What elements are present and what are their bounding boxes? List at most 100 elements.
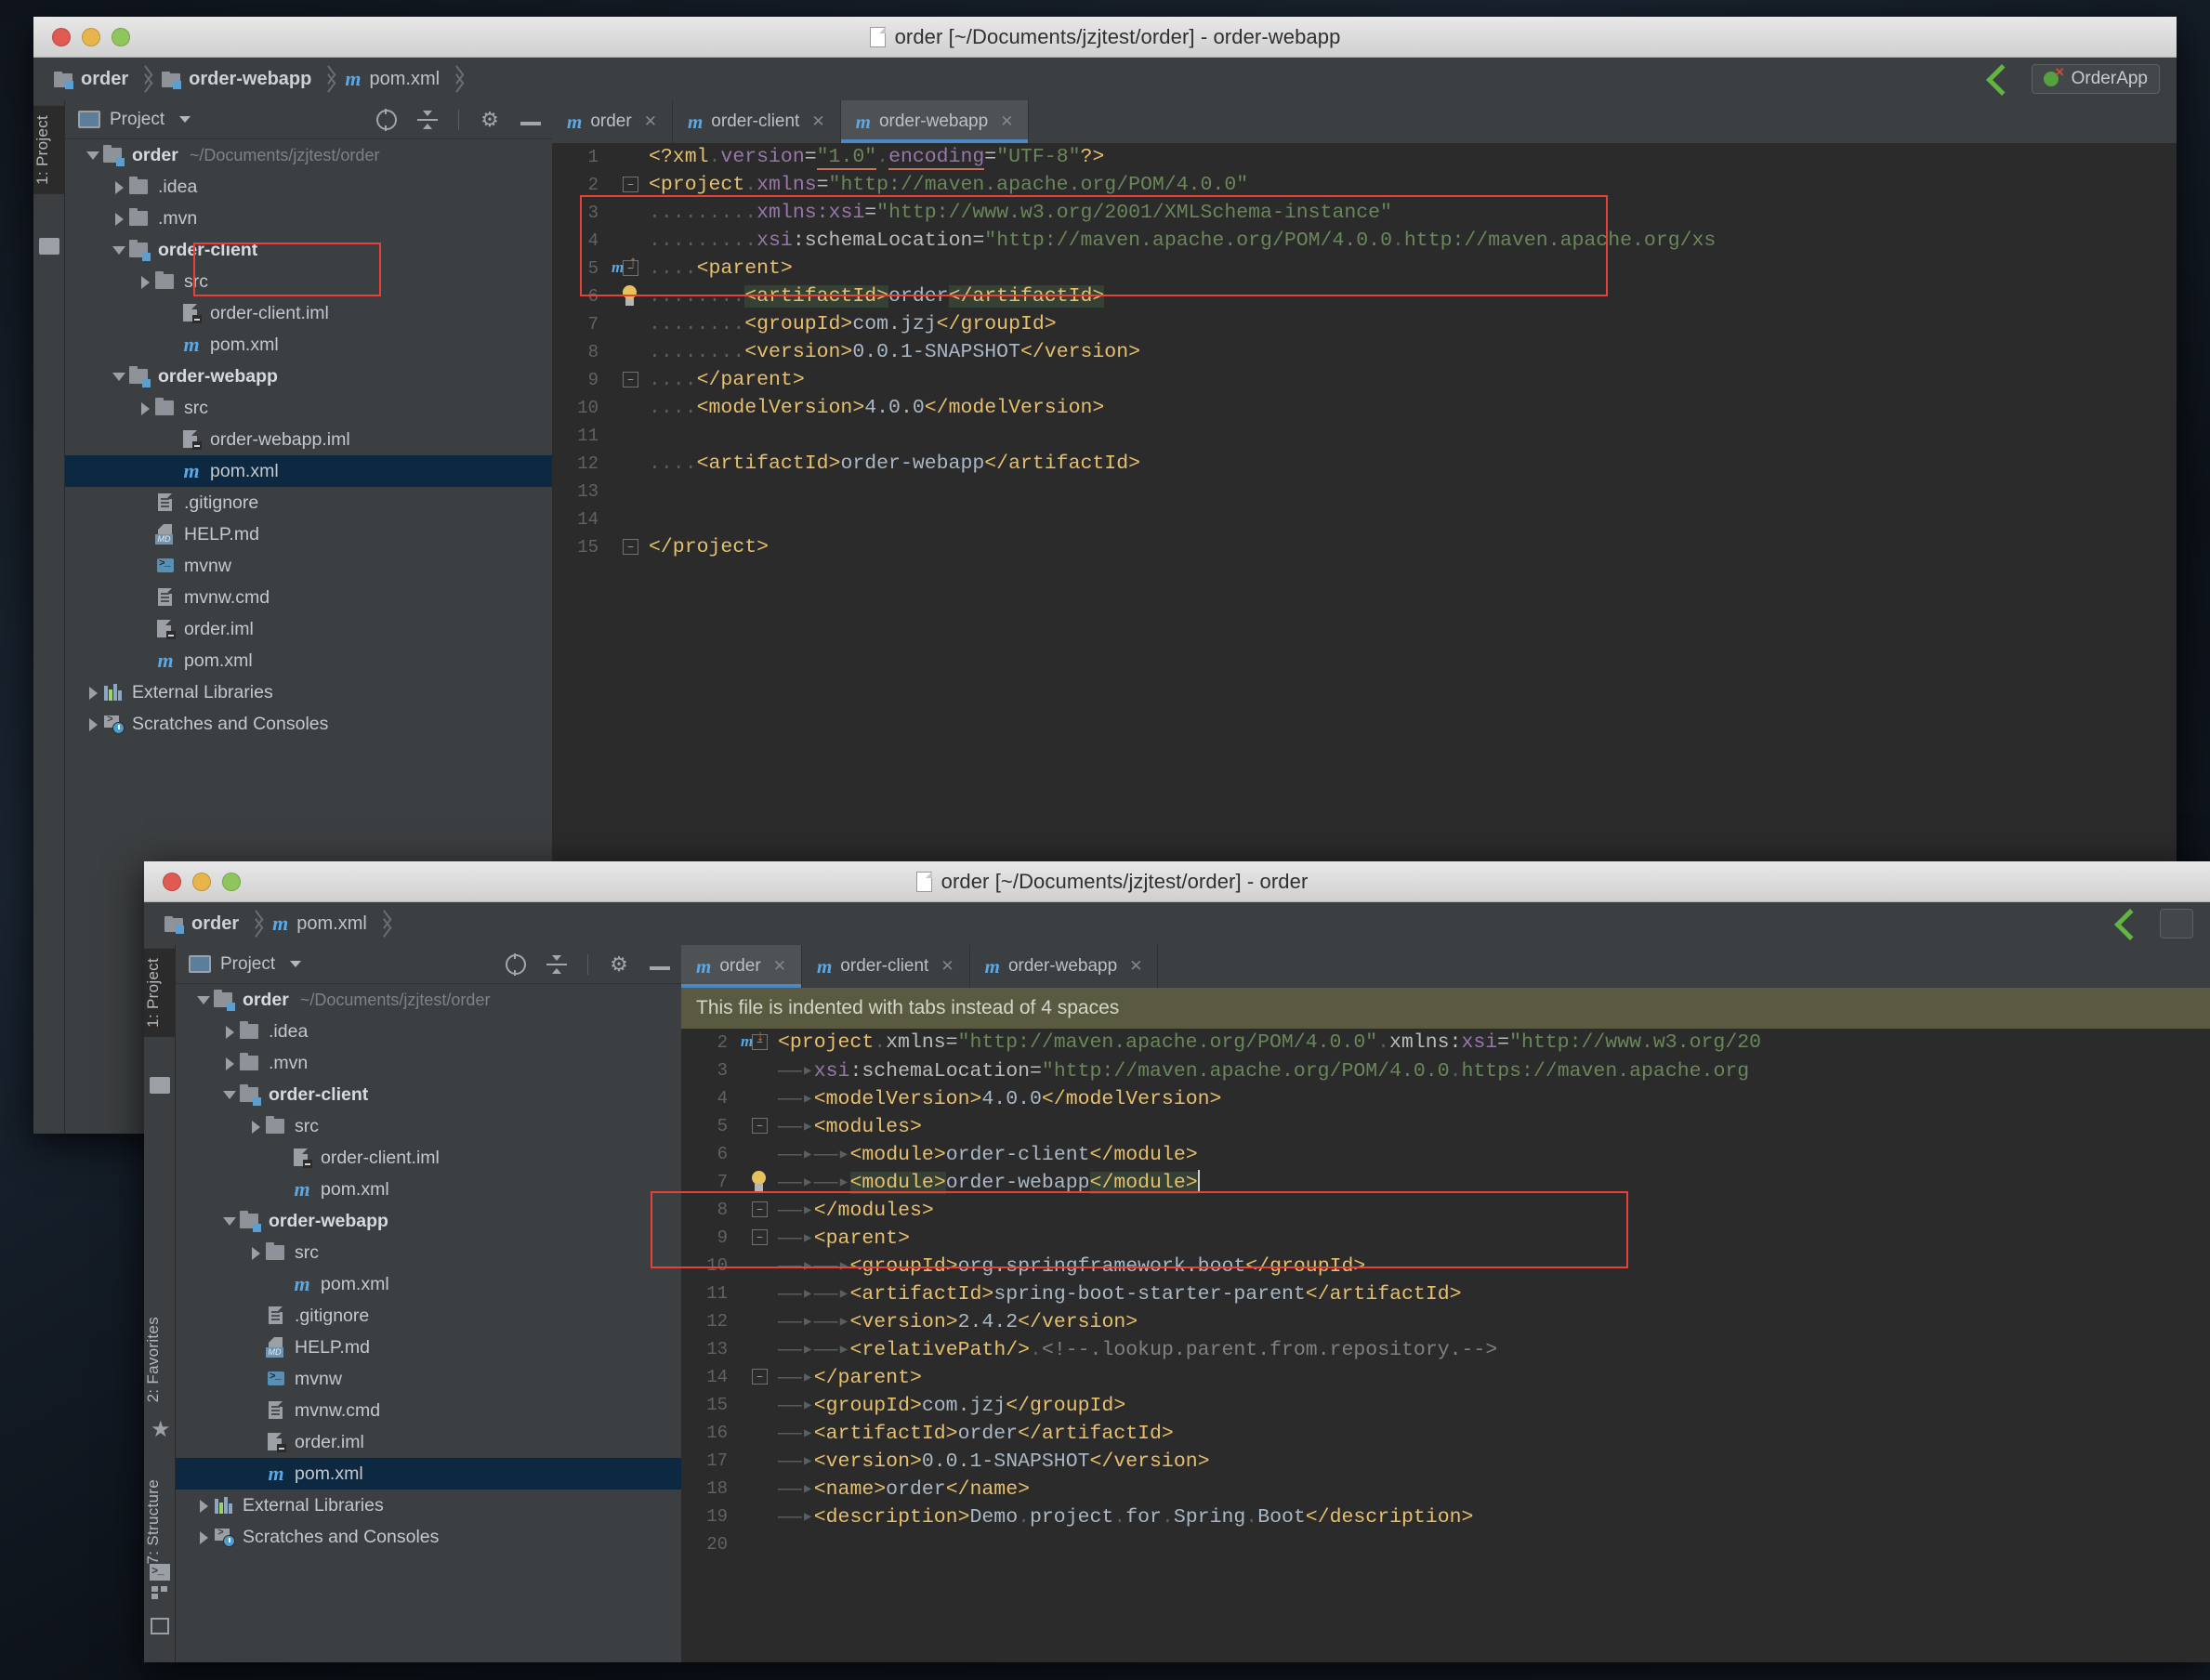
intention-bulb-icon[interactable] xyxy=(619,284,641,308)
window1-editor-tabs[interactable]: m order ✕ m order-client ✕ m order-webapp ✕ xyxy=(552,100,2177,143)
breadcrumb-order[interactable]: order xyxy=(164,913,239,935)
close-tab-icon[interactable]: ✕ xyxy=(941,957,954,976)
tree-item-pom-xml[interactable]: m pom.xml xyxy=(176,1458,681,1490)
chevron-down-icon[interactable] xyxy=(290,961,302,967)
sidebar-item-project[interactable]: 1: Project xyxy=(33,106,65,194)
run-configuration-selector[interactable]: OrderApp xyxy=(2031,64,2160,94)
tree-item-order[interactable]: order ~/Documents/jzjtest/order xyxy=(176,984,681,1016)
tree-item-order-iml[interactable]: order.iml xyxy=(65,613,552,645)
close-button[interactable] xyxy=(163,872,181,891)
code-text[interactable]: ——▸——▸<groupId>org.springframework.boot<… xyxy=(778,1253,2210,1278)
window1-traffic-lights[interactable] xyxy=(33,27,130,46)
window2-editor-tabs[interactable]: m order ✕ m order-client ✕ m order-webapp ✕ xyxy=(681,945,2210,988)
tree-collapse-arrow-icon[interactable] xyxy=(194,991,213,1009)
code-text[interactable]: ——▸——▸<module>order-webapp</module> xyxy=(778,1170,2210,1194)
chevron-down-icon[interactable] xyxy=(179,116,191,123)
editor-tab-order-webapp[interactable]: m order-webapp ✕ xyxy=(840,100,1030,143)
code-fold-toggle[interactable]: – xyxy=(752,1118,768,1134)
code-fold-toggle[interactable]: – xyxy=(752,1034,768,1050)
hide-panel-icon[interactable] xyxy=(520,122,541,125)
locate-icon[interactable] xyxy=(376,108,397,131)
tree-item-mvnw-cmd[interactable]: mvnw.cmd xyxy=(65,582,552,613)
tree-item-order[interactable]: order ~/Documents/jzjtest/order xyxy=(65,139,552,171)
code-text[interactable]: ——▸</modules> xyxy=(778,1198,2210,1222)
code-text[interactable]: .........xsi:schemaLocation="http://mave… xyxy=(649,230,2177,252)
code-text[interactable]: ....<modelVersion>4.0.0</modelVersion> xyxy=(649,397,2177,419)
terminal-icon[interactable]: >_ xyxy=(150,1564,170,1581)
tree-expand-arrow-icon[interactable] xyxy=(220,1022,239,1041)
collapse-all-icon[interactable] xyxy=(546,954,567,975)
code-text[interactable]: ——▸xsi:schemaLocation="http://maven.apac… xyxy=(778,1058,2210,1083)
window2-project-tree[interactable]: order ~/Documents/jzjtest/order .idea .mvn o… xyxy=(176,984,681,1553)
editor-tab-order[interactable]: m order ✕ xyxy=(681,945,802,988)
tree-expand-arrow-icon[interactable] xyxy=(246,1117,265,1135)
todo-icon[interactable] xyxy=(151,1618,169,1634)
tree-item-help-md[interactable]: MD HELP.md xyxy=(65,518,552,550)
code-fold-toggle[interactable]: – xyxy=(623,539,638,555)
code-text[interactable]: ——▸<name>order</name> xyxy=(778,1477,2210,1501)
tree-item-order-iml[interactable]: order.iml xyxy=(176,1426,681,1458)
tree-collapse-arrow-icon[interactable] xyxy=(220,1212,239,1230)
breadcrumb-order[interactable]: order xyxy=(54,69,128,90)
maximize-button[interactable] xyxy=(112,27,130,46)
code-text[interactable]: ........<version>0.0.1-SNAPSHOT</version… xyxy=(649,341,2177,363)
sidebar-item-project[interactable]: 1: Project xyxy=(144,949,176,1037)
code-text[interactable]: ——▸<description>Demo.project.for.Spring.… xyxy=(778,1504,2210,1529)
tree-item-scratches-and-consoles[interactable]: Scratches and Consoles xyxy=(65,708,552,740)
tree-item-help-md[interactable]: MD HELP.md xyxy=(176,1332,681,1363)
run-configuration-selector[interactable] xyxy=(2160,909,2193,938)
window2-titlebar[interactable]: order [~/Documents/jzjtest/order] - orde… xyxy=(144,861,2210,902)
tree-item-order-webapp[interactable]: order-webapp xyxy=(65,361,552,392)
ide-window-order[interactable]: order [~/Documents/jzjtest/order] - orde… xyxy=(144,861,2210,1662)
tree-item--idea[interactable]: .idea xyxy=(65,171,552,203)
code-text[interactable]: .........xmlns:xsi="http://www.w3.org/20… xyxy=(649,202,2177,224)
hide-panel-icon[interactable] xyxy=(650,966,670,970)
code-text[interactable]: ........<groupId>com.jzj</groupId> xyxy=(649,313,2177,335)
code-text[interactable]: ——▸——▸<artifactId>spring-boot-starter-pa… xyxy=(778,1281,2210,1306)
tree-item-order-webapp[interactable]: order-webapp xyxy=(176,1205,681,1237)
tree-item-pom-xml[interactable]: m pom.xml xyxy=(65,645,552,676)
code-fold-toggle[interactable]: – xyxy=(752,1229,768,1245)
build-hammer-icon[interactable] xyxy=(2111,910,2143,938)
build-hammer-icon[interactable] xyxy=(1983,65,2015,93)
breadcrumb-order-webapp[interactable]: order-webapp xyxy=(162,69,311,90)
tree-collapse-arrow-icon[interactable] xyxy=(220,1085,239,1104)
editor-tab-order[interactable]: m order ✕ xyxy=(552,100,673,143)
editor-tab-order-client[interactable]: m order-client ✕ xyxy=(672,100,841,143)
window1-titlebar[interactable]: order [~/Documents/jzjtest/order] - orde… xyxy=(33,17,2177,58)
close-tab-icon[interactable]: ✕ xyxy=(1000,112,1013,131)
code-text[interactable]: </project> xyxy=(649,536,2177,558)
tree-item--gitignore[interactable]: .gitignore xyxy=(176,1300,681,1332)
code-text[interactable] xyxy=(778,1533,2210,1555)
tree-expand-arrow-icon[interactable] xyxy=(84,683,102,702)
tree-item-order-client-iml[interactable]: order-client.iml xyxy=(65,297,552,329)
close-tab-icon[interactable]: ✕ xyxy=(773,957,786,976)
code-fold-toggle[interactable]: – xyxy=(623,372,638,387)
code-text[interactable]: ——▸<modules> xyxy=(778,1114,2210,1138)
code-text[interactable]: ....<artifactId>order-webapp</artifactId… xyxy=(649,453,2177,475)
code-text[interactable]: ........<artifactId>order</artifactId> xyxy=(649,285,2177,308)
sidebar-item-structure[interactable]: 7: Structure xyxy=(144,1470,176,1573)
code-text[interactable]: <?xml.version="1.0".encoding="UTF-8"?> xyxy=(649,146,2177,170)
settings-gear-icon[interactable]: ⚙ xyxy=(609,953,629,975)
tree-expand-arrow-icon[interactable] xyxy=(84,715,102,733)
tree-item-mvnw-cmd[interactable]: mvnw.cmd xyxy=(176,1395,681,1426)
code-text[interactable]: ——▸<version>0.0.1-SNAPSHOT</version> xyxy=(778,1449,2210,1473)
window2-code-area[interactable]: 2 m ↓ – <project.xmlns="http://maven.apache.… xyxy=(681,1029,2210,1662)
tree-item-pom-xml[interactable]: m pom.xml xyxy=(176,1174,681,1205)
close-tab-icon[interactable]: ✕ xyxy=(644,112,657,131)
window2-traffic-lights[interactable] xyxy=(144,872,241,891)
code-text[interactable]: ——▸</parent> xyxy=(778,1365,2210,1389)
tree-expand-arrow-icon[interactable] xyxy=(110,209,128,228)
code-text[interactable]: ——▸——▸<module>order-client</module> xyxy=(778,1142,2210,1166)
tree-collapse-arrow-icon[interactable] xyxy=(110,367,128,386)
code-text[interactable]: ——▸——▸<relativePath/>.<!--.lookup.parent… xyxy=(778,1337,2210,1361)
code-text[interactable]: ——▸<groupId>com.jzj</groupId> xyxy=(778,1393,2210,1417)
code-text[interactable]: ——▸<artifactId>order</artifactId> xyxy=(778,1421,2210,1445)
code-fold-toggle[interactable]: – xyxy=(623,260,638,276)
tree-item-pom-xml[interactable]: m pom.xml xyxy=(65,455,552,487)
minimize-button[interactable] xyxy=(82,27,100,46)
code-text[interactable] xyxy=(649,425,2177,447)
breadcrumb-pom[interactable]: m pom.xml xyxy=(345,69,440,90)
code-text[interactable] xyxy=(649,480,2177,503)
